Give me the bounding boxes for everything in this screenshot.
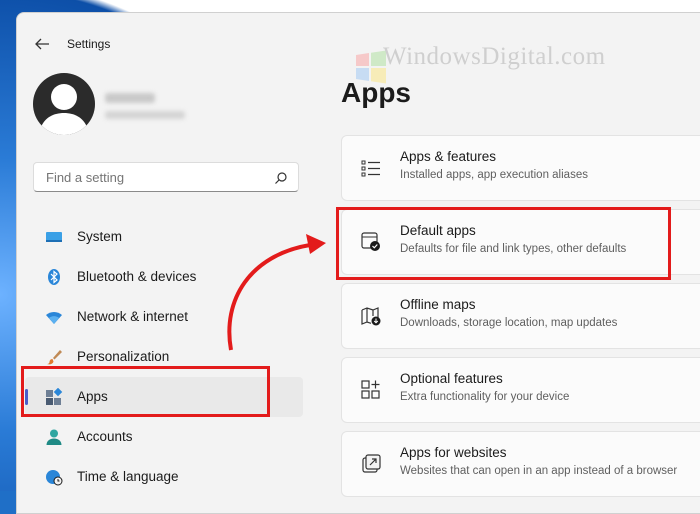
user-email-blurred [105,111,185,119]
search-box[interactable] [33,162,299,192]
sidebar-item-label: Accounts [77,429,133,444]
avatar[interactable] [33,73,95,135]
sidebar-item-label: Time & language [77,469,179,484]
wifi-icon [46,312,62,324]
card-title: Apps & features [400,149,497,164]
card-offline-maps[interactable]: Offline maps Downloads, storage location… [341,283,700,349]
sidebar-nav: System Bluetooth & devices Network & int… [25,217,303,497]
open-external-icon [362,454,381,473]
card-subtitle: Websites that can open in an app instead… [400,465,678,477]
sidebar-item-label: System [77,229,123,244]
user-name-blurred [105,93,155,103]
card-title: Optional features [400,371,503,386]
sidebar-item-bluetooth-devices[interactable]: Bluetooth & devices [25,257,303,297]
search-input[interactable] [44,169,268,186]
card-title: Offline maps [400,297,476,312]
sidebar-item-system[interactable]: System [25,217,303,257]
sidebar-item-label: Personalization [77,349,170,364]
sidebar-item-label: Network & internet [77,309,189,324]
sidebar-item-accounts[interactable]: Accounts [25,417,303,457]
globe-clock-icon [46,470,63,486]
card-title: Apps for websites [400,445,507,460]
card-subtitle: Installed apps, app execution aliases [400,169,588,181]
brush-icon [47,350,62,365]
bluetooth-icon [48,269,60,285]
highlight-apps-nav [21,366,270,417]
card-apps-for-websites[interactable]: Apps for websites Websites that can open… [341,431,700,497]
card-optional-features[interactable]: Optional features Extra functionality fo… [341,357,700,423]
list-icon [361,160,380,177]
watermark: WindowsDigital.com [383,43,606,70]
sidebar-item-label: Bluetooth & devices [77,269,197,284]
monitor-icon [46,232,62,242]
settings-card-list: Apps & features Installed apps, app exec… [341,135,700,505]
highlight-default-apps-card [336,207,671,280]
optional-features-icon [361,380,380,399]
card-subtitle: Extra functionality for your device [400,391,570,403]
window-title: Settings [67,37,111,51]
back-arrow-icon[interactable] [33,35,51,53]
card-subtitle: Downloads, storage location, map updates [400,317,618,329]
user-silhouette-icon [33,73,95,135]
account-icon [46,429,62,445]
card-apps-features[interactable]: Apps & features Installed apps, app exec… [341,135,700,201]
sidebar-item-time-language[interactable]: Time & language [25,457,303,497]
search-icon[interactable] [274,171,288,185]
sidebar-item-network[interactable]: Network & internet [25,297,303,337]
map-icon [361,307,381,326]
